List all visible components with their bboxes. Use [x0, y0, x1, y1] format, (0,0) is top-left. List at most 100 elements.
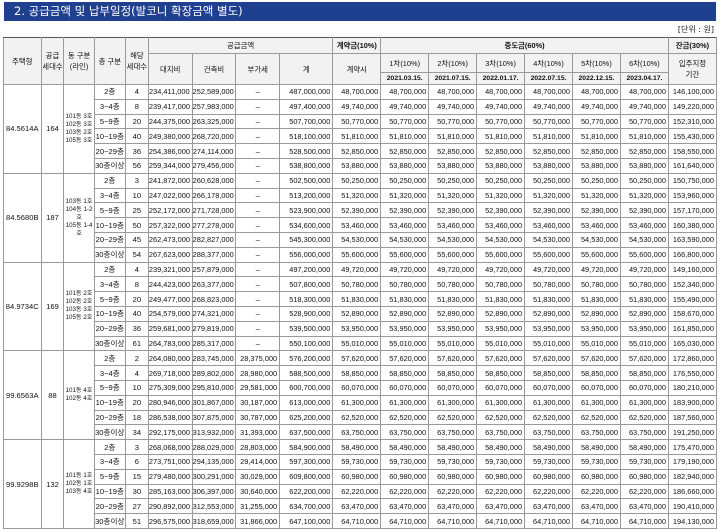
vat-cell: 30,187,000	[235, 394, 281, 411]
interim-2: 57,620,000	[428, 350, 478, 367]
table-row: 10~19층 30 285,163,000 306,397,000 30,640,000…	[4, 483, 718, 500]
interim-4: 54,530,000	[524, 231, 573, 248]
balance-amount: 187,560,000	[667, 409, 718, 426]
interim-4: 62,520,000	[524, 409, 573, 426]
dong-line: 105동 1-4호	[65, 221, 93, 237]
interim-5: 53,460,000	[572, 217, 621, 233]
total-cost: 556,000,000	[279, 246, 334, 263]
interim-3: 55,600,000	[476, 246, 526, 263]
floor-range: 2층	[93, 261, 126, 278]
applicable-units: 40	[124, 305, 149, 322]
contract-amount: 59,730,000	[332, 453, 382, 470]
vat-cell: 29,414,000	[235, 453, 281, 470]
table-row: 3~4층 8 239,417,000 257,983,000–497,400,000 4…	[4, 98, 718, 115]
balance-amount: 191,250,000	[667, 424, 718, 441]
applicable-units: 20	[124, 113, 149, 130]
contract-amount: 60,070,000	[332, 379, 382, 396]
interim-3: 50,780,000	[476, 276, 526, 293]
interim-1: 50,780,000	[380, 276, 430, 293]
dong-lines: 103동 1호 104동 1-2호 105동 1-4호	[63, 172, 95, 263]
total-cost: 609,800,000	[279, 468, 334, 485]
header-building: 건축비	[191, 53, 237, 85]
interim-6: 52,850,000	[619, 143, 669, 159]
interim-6: 58,490,000	[619, 439, 669, 455]
balance-amount: 183,900,000	[667, 394, 718, 411]
interim-2: 55,010,000	[428, 335, 478, 352]
building-cost: 288,377,000	[191, 246, 237, 263]
interim-6: 53,460,000	[619, 217, 669, 233]
applicable-units: 54	[124, 246, 149, 263]
contract-amount: 55,600,000	[332, 246, 382, 263]
contract-amount: 49,740,000	[332, 98, 382, 115]
interim-2: 64,710,000	[428, 513, 478, 529]
floor-range: 5~9층	[93, 202, 126, 219]
header-land: 대지비	[147, 53, 193, 85]
table-row: 10~19층 40 254,579,000 274,321,000–528,900,0…	[4, 305, 718, 322]
interim-2: 62,520,000	[428, 409, 478, 426]
vat-cell: –	[235, 172, 281, 189]
floor-range: 2층	[93, 172, 126, 189]
interim-4: 60,070,000	[524, 379, 573, 396]
interim-3: 62,520,000	[476, 409, 526, 426]
header-install-date: 2021.03.15.	[380, 72, 430, 85]
land-cost: 267,623,000	[147, 246, 193, 263]
dong-line: 105동 2호	[65, 314, 93, 322]
floor-range: 3~4층	[93, 98, 126, 115]
dong-line: 102동 3호	[65, 120, 93, 128]
interim-4: 55,010,000	[524, 335, 573, 352]
table-row: 99.9298B 132 101동 1호 102동 1호 103동 4호 2층 3 268,0…	[3, 439, 718, 529]
interim-3: 53,460,000	[476, 217, 526, 233]
interim-5: 52,890,000	[572, 305, 621, 322]
interim-1: 60,070,000	[380, 379, 430, 396]
total-cost: 513,200,000	[279, 187, 334, 204]
interim-2: 48,700,000	[428, 84, 478, 100]
building-cost: 282,827,000	[191, 231, 237, 248]
interim-4: 52,850,000	[524, 143, 573, 159]
balance-amount: 153,960,000	[667, 187, 718, 204]
vat-cell: –	[235, 84, 281, 100]
land-cost: 268,068,000	[147, 439, 193, 455]
land-cost: 247,022,000	[147, 187, 193, 204]
contract-amount: 51,830,000	[332, 291, 382, 307]
housing-type: 84.9734C	[3, 261, 42, 352]
interim-6: 50,780,000	[619, 276, 669, 293]
balance-amount: 172,860,000	[667, 350, 718, 367]
applicable-units: 34	[124, 424, 149, 441]
interim-5: 50,780,000	[572, 276, 621, 293]
housing-type: 84.5680B	[3, 172, 42, 263]
floor-range: 3~4층	[93, 187, 126, 204]
interim-5: 59,730,000	[572, 453, 621, 470]
dong-line: 101동 4호	[65, 387, 93, 395]
interim-5: 60,070,000	[572, 379, 621, 396]
interim-2: 50,250,000	[428, 172, 478, 189]
interim-3: 63,470,000	[476, 498, 526, 515]
interim-5: 54,530,000	[572, 231, 621, 248]
land-cost: 264,080,000	[147, 350, 193, 367]
interim-3: 58,490,000	[476, 439, 526, 455]
total-cost: 507,800,000	[279, 276, 334, 293]
header-install-date: 2022.12.15.	[572, 72, 621, 85]
vat-cell: –	[235, 276, 281, 293]
balance-amount: 149,220,000	[667, 98, 718, 115]
interim-5: 50,770,000	[572, 113, 621, 130]
applicable-units: 10	[124, 187, 149, 204]
total-cost: 534,600,000	[279, 217, 334, 233]
floor-range: 5~9층	[93, 468, 126, 485]
table-row: 5~9층 15 279,480,000 300,291,000 30,029,000 60…	[4, 468, 718, 485]
header-install-date: 2023.04.17.	[619, 72, 669, 85]
table-row: 30층이상 51 296,575,000 318,659,000 31,866,000 6…	[4, 513, 718, 529]
land-cost: 290,892,000	[147, 498, 193, 515]
contract-amount: 61,300,000	[332, 394, 382, 411]
floor-range: 10~19층	[93, 128, 126, 145]
applicable-units: 51	[124, 513, 149, 529]
interim-1: 48,700,000	[380, 84, 430, 100]
interim-3: 51,320,000	[476, 187, 526, 204]
total-cost: 637,500,000	[279, 424, 334, 441]
floor-range: 10~19층	[93, 483, 126, 500]
interim-3: 48,700,000	[476, 84, 526, 100]
contract-amount: 64,710,000	[332, 513, 382, 529]
balance-amount: 152,340,000	[667, 276, 718, 293]
vat-cell: –	[235, 187, 281, 204]
applicable-units: 27	[124, 498, 149, 515]
applicable-units: 4	[124, 365, 149, 381]
